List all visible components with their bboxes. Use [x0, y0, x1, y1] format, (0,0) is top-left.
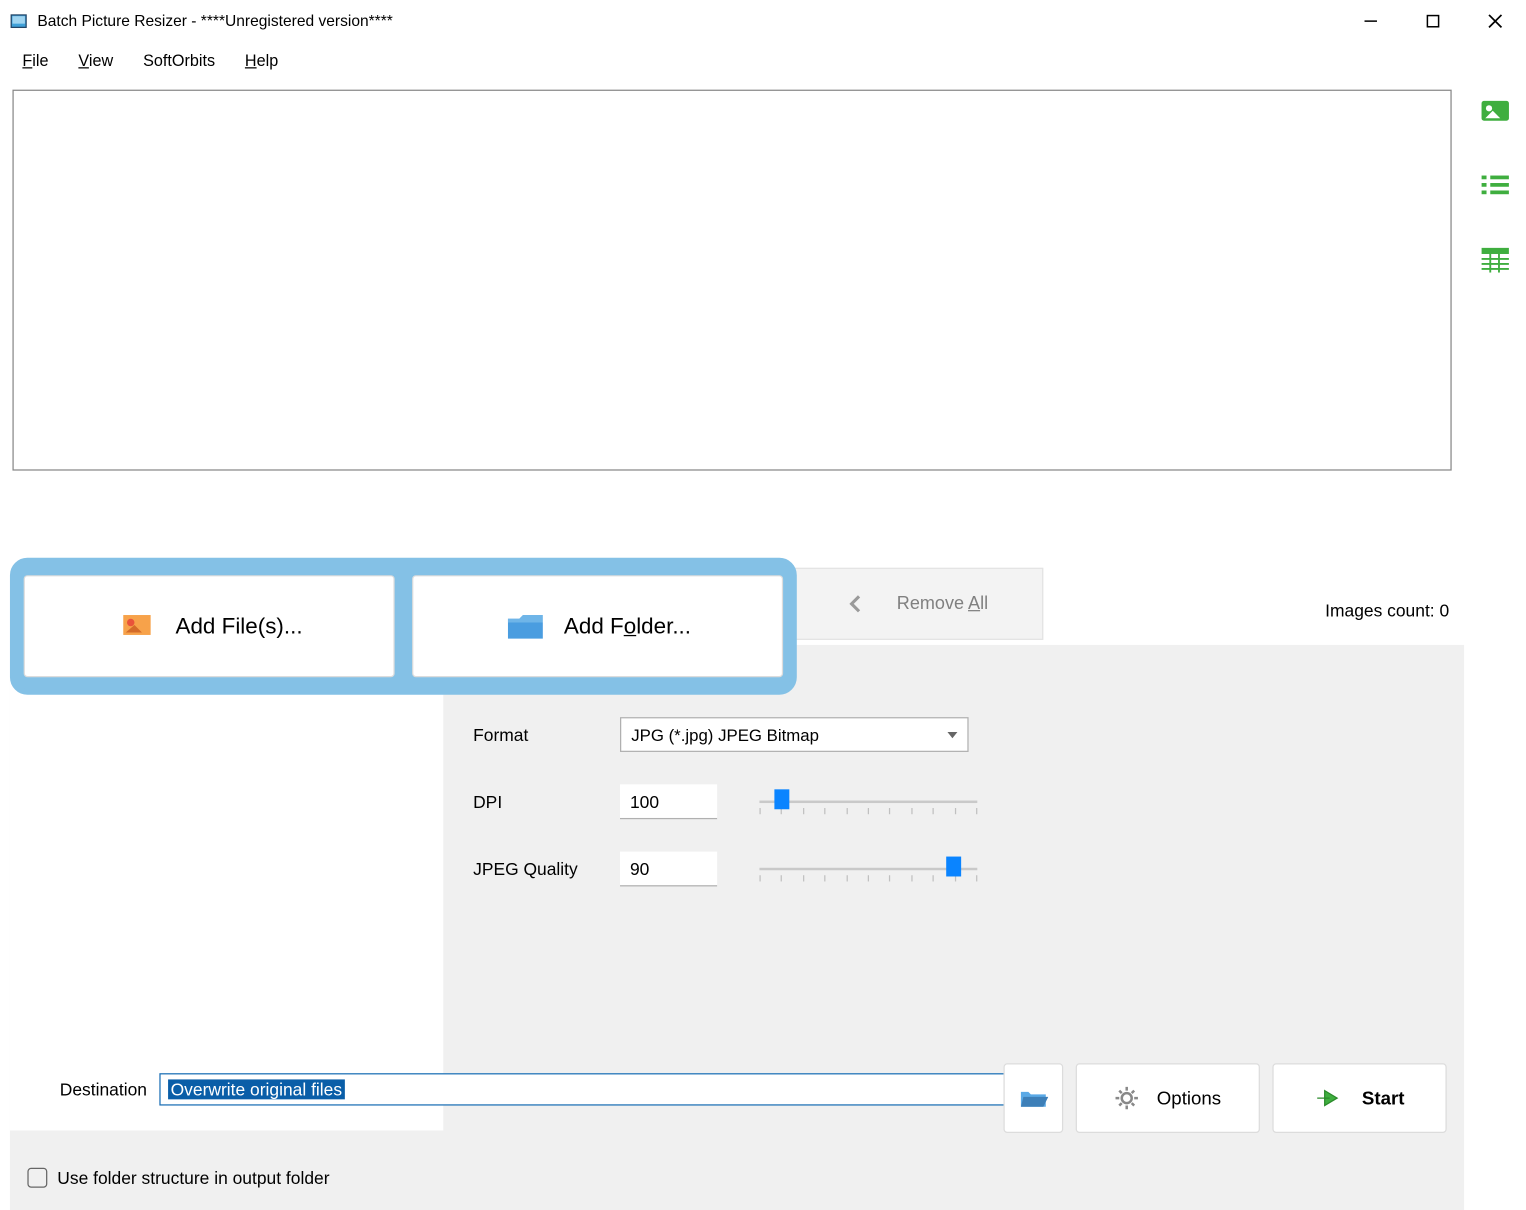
view-thumbnails-button[interactable] — [1479, 95, 1511, 127]
format-label: Format — [473, 725, 620, 745]
menubar: File View SoftOrbits Help — [0, 42, 1526, 77]
folder-icon — [504, 605, 546, 647]
browse-folder-button[interactable] — [1003, 1063, 1063, 1133]
maximize-button[interactable] — [1402, 0, 1464, 42]
app-icon — [7, 10, 29, 32]
titlebar: Batch Picture Resizer - ****Unregistered… — [0, 0, 1526, 42]
quality-input[interactable]: 90 — [620, 852, 717, 887]
close-button[interactable] — [1464, 0, 1526, 42]
add-highlight: Add File(s)... Add Folder... — [10, 558, 797, 695]
remove-all-button[interactable]: Remove All — [792, 568, 1043, 640]
minimize-button[interactable] — [1340, 0, 1402, 42]
menu-file[interactable]: File — [10, 45, 61, 74]
view-details-button[interactable] — [1479, 244, 1511, 276]
start-button[interactable]: Start — [1272, 1063, 1446, 1133]
view-list-button[interactable] — [1479, 169, 1511, 201]
add-files-button[interactable]: Add File(s)... — [24, 575, 395, 677]
destination-select[interactable]: Overwrite original files — [159, 1073, 1035, 1105]
format-select[interactable]: JPG (*.jpg) JPEG Bitmap — [620, 717, 969, 752]
destination-label: Destination — [60, 1079, 147, 1099]
gear-icon — [1114, 1086, 1139, 1111]
folder-structure-checkbox[interactable] — [27, 1168, 47, 1188]
play-arrow-icon — [1315, 1086, 1345, 1111]
dpi-label: DPI — [473, 792, 620, 812]
chevron-left-icon — [847, 594, 867, 614]
menu-view[interactable]: View — [66, 45, 126, 74]
settings-panel: Effects Tools Format JPG (*.jpg) JPEG Bi… — [10, 645, 1464, 1210]
menu-softorbits[interactable]: SoftOrbits — [131, 45, 228, 74]
thumbnail-list[interactable] — [10, 645, 443, 1131]
quality-label: JPEG Quality — [473, 859, 620, 879]
view-mode-bar — [1464, 77, 1526, 1210]
options-button[interactable]: Options — [1076, 1063, 1260, 1133]
add-files-label: Add File(s)... — [176, 613, 303, 639]
dpi-input[interactable]: 100 — [620, 784, 717, 819]
images-count-label: Images count: 0 — [1325, 600, 1449, 620]
folder-structure-label: Use folder structure in output folder — [57, 1168, 329, 1188]
dpi-slider[interactable] — [759, 789, 977, 814]
menu-help[interactable]: Help — [232, 45, 290, 74]
add-folder-button[interactable]: Add Folder... — [412, 575, 783, 677]
image-file-icon — [116, 605, 158, 647]
quality-slider[interactable] — [759, 857, 977, 882]
folder-open-icon — [1018, 1086, 1048, 1111]
preview-area[interactable] — [12, 90, 1451, 471]
window-title: Batch Picture Resizer - ****Unregistered… — [37, 12, 393, 29]
